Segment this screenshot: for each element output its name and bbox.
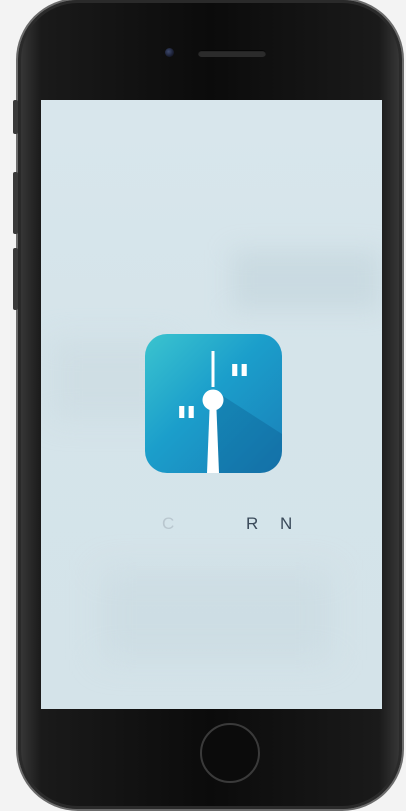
- front-camera-icon: [165, 48, 174, 57]
- svg-text:": ": [175, 398, 198, 449]
- screen: " " C R N: [41, 100, 382, 709]
- brand-letter: C: [162, 514, 175, 533]
- berlin-tv-tower-quote-icon: " ": [175, 351, 282, 473]
- background-blur: [101, 570, 331, 660]
- mute-switch: [13, 100, 18, 134]
- volume-up-button: [13, 172, 18, 234]
- app-logo-icon: " ": [145, 334, 282, 473]
- home-button[interactable]: [200, 723, 260, 783]
- earpiece-speaker: [198, 50, 266, 57]
- brand-letter: R: [246, 514, 259, 533]
- brand-letter: N: [280, 514, 293, 533]
- svg-text:": ": [228, 356, 251, 407]
- background-blur: [231, 250, 381, 310]
- volume-down-button: [13, 248, 18, 310]
